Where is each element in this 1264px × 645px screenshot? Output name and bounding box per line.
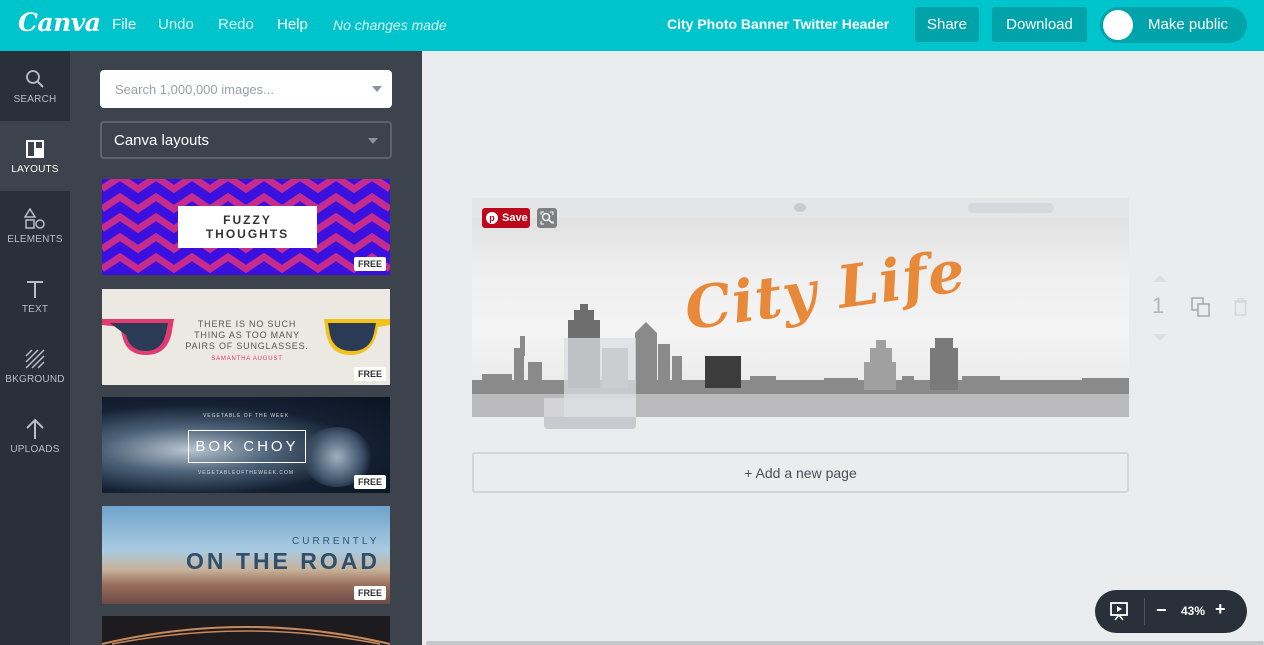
pinterest-save-label: Save bbox=[502, 212, 528, 224]
present-icon[interactable] bbox=[1109, 601, 1129, 621]
page-down-arrow-icon[interactable] bbox=[1153, 334, 1167, 341]
thumbnail-kicker: CURRENTLY bbox=[292, 536, 380, 547]
layouts-icon bbox=[24, 138, 46, 160]
sidebar-item-background[interactable]: BKGROUND bbox=[0, 331, 70, 401]
sidebar-item-label: LAYOUTS bbox=[11, 163, 59, 175]
thumbnail-kicker: VEGETABLE OF THE WEEK bbox=[202, 413, 290, 419]
upload-arrow-icon bbox=[24, 418, 46, 440]
left-icon-bar: SEARCH LAYOUTS ELEMENTS TEXT BKGROUND UP… bbox=[0, 51, 70, 645]
make-public-label: Make public bbox=[1148, 16, 1229, 33]
thumbnail-title: ON THE ROAD bbox=[186, 548, 380, 574]
layout-thumbnail-bok-choy[interactable]: VEGETABLE OF THE WEEK BOK CHOY VEGETABLE… bbox=[102, 397, 390, 493]
free-badge: FREE bbox=[353, 257, 386, 271]
free-badge: FREE bbox=[353, 367, 386, 381]
zoom-in-button[interactable]: + bbox=[1215, 599, 1226, 620]
file-menu[interactable]: File bbox=[112, 16, 136, 33]
chevron-down-icon[interactable] bbox=[372, 86, 382, 92]
page-resize-handle[interactable] bbox=[544, 417, 636, 429]
text-t-icon bbox=[24, 278, 46, 300]
redo-button[interactable]: Redo bbox=[218, 16, 254, 33]
undo-button[interactable]: Undo bbox=[158, 16, 194, 33]
image-search bbox=[100, 70, 392, 108]
help-menu[interactable]: Help bbox=[277, 16, 308, 33]
sidebar-item-elements[interactable]: ELEMENTS bbox=[0, 191, 70, 261]
magnifier-icon bbox=[24, 68, 46, 90]
layouts-panel: Canva layouts FUZZY THOUGHTS FREE bbox=[70, 51, 422, 645]
thumbnail-title: THOUGHTS bbox=[205, 227, 290, 241]
pinterest-save-button[interactable]: p Save bbox=[482, 208, 530, 228]
sidebar-item-label: TEXT bbox=[21, 303, 49, 315]
chevron-down-icon bbox=[368, 138, 378, 144]
save-status: No changes made bbox=[333, 17, 447, 33]
free-badge: FREE bbox=[353, 586, 386, 600]
make-public-toggle[interactable]: Make public bbox=[1100, 7, 1247, 43]
free-badge: FREE bbox=[353, 475, 386, 489]
layout-thumbnail-sunglasses[interactable]: THERE IS NO SUCH THING AS TOO MANY PAIRS… bbox=[102, 289, 390, 385]
thumbnail-title: FUZZY bbox=[223, 213, 272, 227]
share-button[interactable]: Share bbox=[915, 7, 979, 42]
sidebar-item-uploads[interactable]: UPLOADS bbox=[0, 401, 70, 471]
pinterest-icon: p bbox=[486, 212, 498, 224]
sidebar-item-label: ELEMENTS bbox=[7, 233, 63, 245]
zoom-out-button[interactable]: − bbox=[1156, 600, 1167, 621]
thumbnail-title-box: FUZZY THOUGHTS bbox=[178, 206, 317, 248]
zoom-divider bbox=[1144, 598, 1145, 625]
thumbnail-quote: THERE IS NO SUCH THING AS TOO MANY PAIRS… bbox=[182, 319, 312, 365]
visual-search-button[interactable] bbox=[537, 208, 557, 228]
thumbnail-quote-line: PAIRS OF SUNGLASSES. bbox=[185, 341, 309, 351]
top-bar: Canva File Undo Redo Help No changes mad… bbox=[0, 0, 1264, 51]
download-button[interactable]: Download bbox=[992, 7, 1087, 42]
delete-page-icon[interactable] bbox=[1233, 298, 1248, 316]
hatch-pattern-icon bbox=[24, 348, 46, 370]
layout-thumbnail-partial[interactable] bbox=[102, 616, 390, 645]
canva-logo[interactable]: Canva bbox=[18, 8, 101, 37]
layout-thumbnail-on-the-road[interactable]: CURRENTLY ON THE ROAD FREE bbox=[102, 506, 390, 604]
sidebar-item-label: BKGROUND bbox=[5, 373, 65, 385]
toggle-knob bbox=[1103, 10, 1133, 40]
layout-category-select[interactable]: Canva layouts bbox=[100, 121, 392, 159]
sidebar-item-label: SEARCH bbox=[13, 93, 57, 105]
sidebar-item-layouts[interactable]: LAYOUTS bbox=[0, 121, 70, 191]
sidebar-item-search[interactable]: SEARCH bbox=[0, 51, 70, 121]
document-title[interactable]: City Photo Banner Twitter Header bbox=[667, 16, 889, 32]
horizontal-scrollbar[interactable] bbox=[426, 641, 1264, 645]
layout-category-value: Canva layouts bbox=[114, 132, 210, 149]
zoom-level[interactable]: 43% bbox=[1181, 604, 1205, 618]
page-number: 1 bbox=[1152, 293, 1165, 318]
add-page-button[interactable]: + Add a new page bbox=[472, 452, 1129, 493]
visual-search-icon bbox=[540, 211, 554, 225]
sidebar-item-text[interactable]: TEXT bbox=[0, 261, 70, 331]
arc-pattern bbox=[102, 626, 390, 645]
duplicate-page-icon[interactable] bbox=[1191, 297, 1210, 317]
thumbnail-url: VEGETABLEOFTHEWEEK.COM bbox=[197, 470, 295, 476]
zoom-controls: − 43% + bbox=[1095, 590, 1247, 633]
thumbnail-title: BOK CHOY bbox=[188, 430, 306, 463]
design-page[interactable]: City Life p Save bbox=[472, 198, 1129, 417]
thumbnail-author: SAMANTHA AUGUST bbox=[211, 356, 283, 362]
page-up-arrow-icon[interactable] bbox=[1153, 275, 1167, 282]
sidebar-item-label: UPLOADS bbox=[10, 443, 60, 455]
thumbnail-quote-line: THERE IS NO SUCH bbox=[197, 319, 297, 329]
shapes-icon bbox=[24, 207, 46, 230]
layout-thumbnail-fuzzy-thoughts[interactable]: FUZZY THOUGHTS FREE bbox=[102, 179, 390, 275]
thumbnail-quote-line: THING AS TOO MANY bbox=[194, 330, 300, 340]
search-input[interactable] bbox=[100, 70, 350, 108]
